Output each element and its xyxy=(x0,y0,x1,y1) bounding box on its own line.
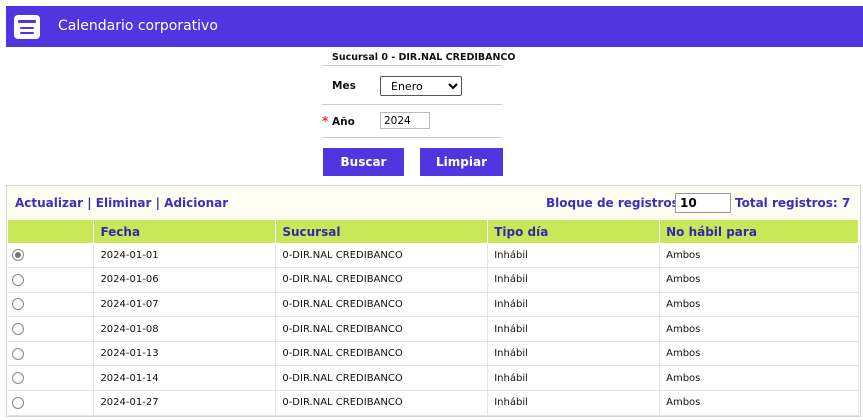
cell-tipo-dia: Inhábil xyxy=(487,365,661,392)
cell-sucursal: 0-DIR.NAL CREDIBANCO xyxy=(275,292,489,318)
row-radio[interactable] xyxy=(12,273,24,286)
results-table: Fecha Sucursal Tipo día No hábil para 20… xyxy=(8,220,859,416)
adicionar-link[interactable]: Adicionar xyxy=(164,196,228,210)
row-radio[interactable] xyxy=(12,347,24,360)
anio-label: Año xyxy=(332,116,355,128)
mes-select[interactable]: Enero xyxy=(380,76,462,96)
cell-sucursal: 0-DIR.NAL CREDIBANCO xyxy=(275,390,489,416)
link-separator: | xyxy=(155,196,160,210)
mes-label: Mes xyxy=(332,80,356,92)
action-links: Actualizar | Eliminar | Adicionar xyxy=(15,196,228,210)
row-radio[interactable] xyxy=(12,396,24,409)
cell-sucursal: 0-DIR.NAL CREDIBANCO xyxy=(275,365,489,392)
column-header-sucursal[interactable]: Sucursal xyxy=(275,220,489,243)
cell-no-habil: Ambos xyxy=(659,390,859,416)
cell-sucursal: 0-DIR.NAL CREDIBANCO xyxy=(275,316,489,342)
cell-tipo-dia: Inhábil xyxy=(487,292,661,318)
anio-input[interactable] xyxy=(380,112,430,129)
table-row[interactable]: 2024-01-27 0-DIR.NAL CREDIBANCO Inhábil Amb… xyxy=(8,390,859,416)
buscar-button[interactable]: Buscar xyxy=(323,148,404,176)
cell-no-habil: Ambos xyxy=(659,341,859,367)
cell-fecha: 2024-01-06 xyxy=(93,267,277,293)
table-row[interactable]: 2024-01-06 0-DIR.NAL CREDIBANCO Inhábil Amb… xyxy=(8,267,859,293)
column-header-fecha[interactable]: Fecha xyxy=(93,220,277,243)
row-select-cell xyxy=(8,341,95,367)
calendar-list-icon[interactable] xyxy=(14,15,40,39)
total-registros: Total registros: 7 xyxy=(735,196,851,210)
column-header-nohabil[interactable]: No hábil para xyxy=(659,220,859,243)
table-header-row: Fecha Sucursal Tipo día No hábil para xyxy=(8,220,859,243)
cell-no-habil: Ambos xyxy=(659,365,859,392)
divider xyxy=(322,65,502,66)
app-header: Calendario corporativo xyxy=(6,6,863,47)
link-separator: | xyxy=(87,196,92,210)
table-row[interactable]: 2024-01-01 0-DIR.NAL CREDIBANCO Inhábil Amb… xyxy=(8,243,859,269)
row-select-cell xyxy=(8,292,95,318)
table-row[interactable]: 2024-01-14 0-DIR.NAL CREDIBANCO Inhábil Amb… xyxy=(8,365,859,392)
cell-fecha: 2024-01-14 xyxy=(93,365,277,392)
page-title: Calendario corporativo xyxy=(58,18,218,34)
row-select-cell xyxy=(8,243,95,269)
cell-no-habil: Ambos xyxy=(659,292,859,318)
row-select-cell xyxy=(8,365,95,392)
limpiar-button[interactable]: Limpiar xyxy=(420,148,503,176)
row-radio[interactable] xyxy=(12,249,24,262)
divider xyxy=(322,137,502,138)
cell-fecha: 2024-01-27 xyxy=(93,390,277,416)
row-select-cell xyxy=(8,390,95,416)
cell-fecha: 2024-01-13 xyxy=(93,341,277,367)
results-panel: Actualizar | Eliminar | Adicionar Bloque… xyxy=(6,185,861,417)
cell-tipo-dia: Inhábil xyxy=(487,341,661,367)
bloque-label: Bloque de registros: xyxy=(546,196,684,210)
table-row[interactable]: 2024-01-13 0-DIR.NAL CREDIBANCO Inhábil Amb… xyxy=(8,341,859,367)
cell-fecha: 2024-01-01 xyxy=(93,243,277,269)
sucursal-label: Sucursal 0 - DIR.NAL CREDIBANCO xyxy=(332,52,516,63)
cell-tipo-dia: Inhábil xyxy=(487,243,661,269)
cell-tipo-dia: Inhábil xyxy=(487,390,661,416)
divider xyxy=(322,104,502,105)
cell-fecha: 2024-01-07 xyxy=(93,292,277,318)
cell-sucursal: 0-DIR.NAL CREDIBANCO xyxy=(275,267,489,293)
cell-fecha: 2024-01-08 xyxy=(93,316,277,342)
cell-sucursal: 0-DIR.NAL CREDIBANCO xyxy=(275,243,489,269)
cell-tipo-dia: Inhábil xyxy=(487,267,661,293)
row-radio[interactable] xyxy=(12,298,24,311)
cell-sucursal: 0-DIR.NAL CREDIBANCO xyxy=(275,341,489,367)
column-header xyxy=(8,220,95,243)
row-select-cell xyxy=(8,267,95,293)
table-row[interactable]: 2024-01-07 0-DIR.NAL CREDIBANCO Inhábil Amb… xyxy=(8,292,859,318)
eliminar-link[interactable]: Eliminar xyxy=(96,196,152,210)
cell-no-habil: Ambos xyxy=(659,267,859,293)
cell-tipo-dia: Inhábil xyxy=(487,316,661,342)
row-radio[interactable] xyxy=(12,372,24,385)
bloque-input[interactable] xyxy=(675,193,731,213)
column-header-tipo[interactable]: Tipo día xyxy=(487,220,661,243)
actualizar-link[interactable]: Actualizar xyxy=(15,196,83,210)
required-mark: * xyxy=(322,114,329,128)
row-select-cell xyxy=(8,316,95,342)
row-radio[interactable] xyxy=(12,323,24,336)
table-row[interactable]: 2024-01-08 0-DIR.NAL CREDIBANCO Inhábil Amb… xyxy=(8,316,859,342)
cell-no-habil: Ambos xyxy=(659,316,859,342)
cell-no-habil: Ambos xyxy=(659,243,859,269)
